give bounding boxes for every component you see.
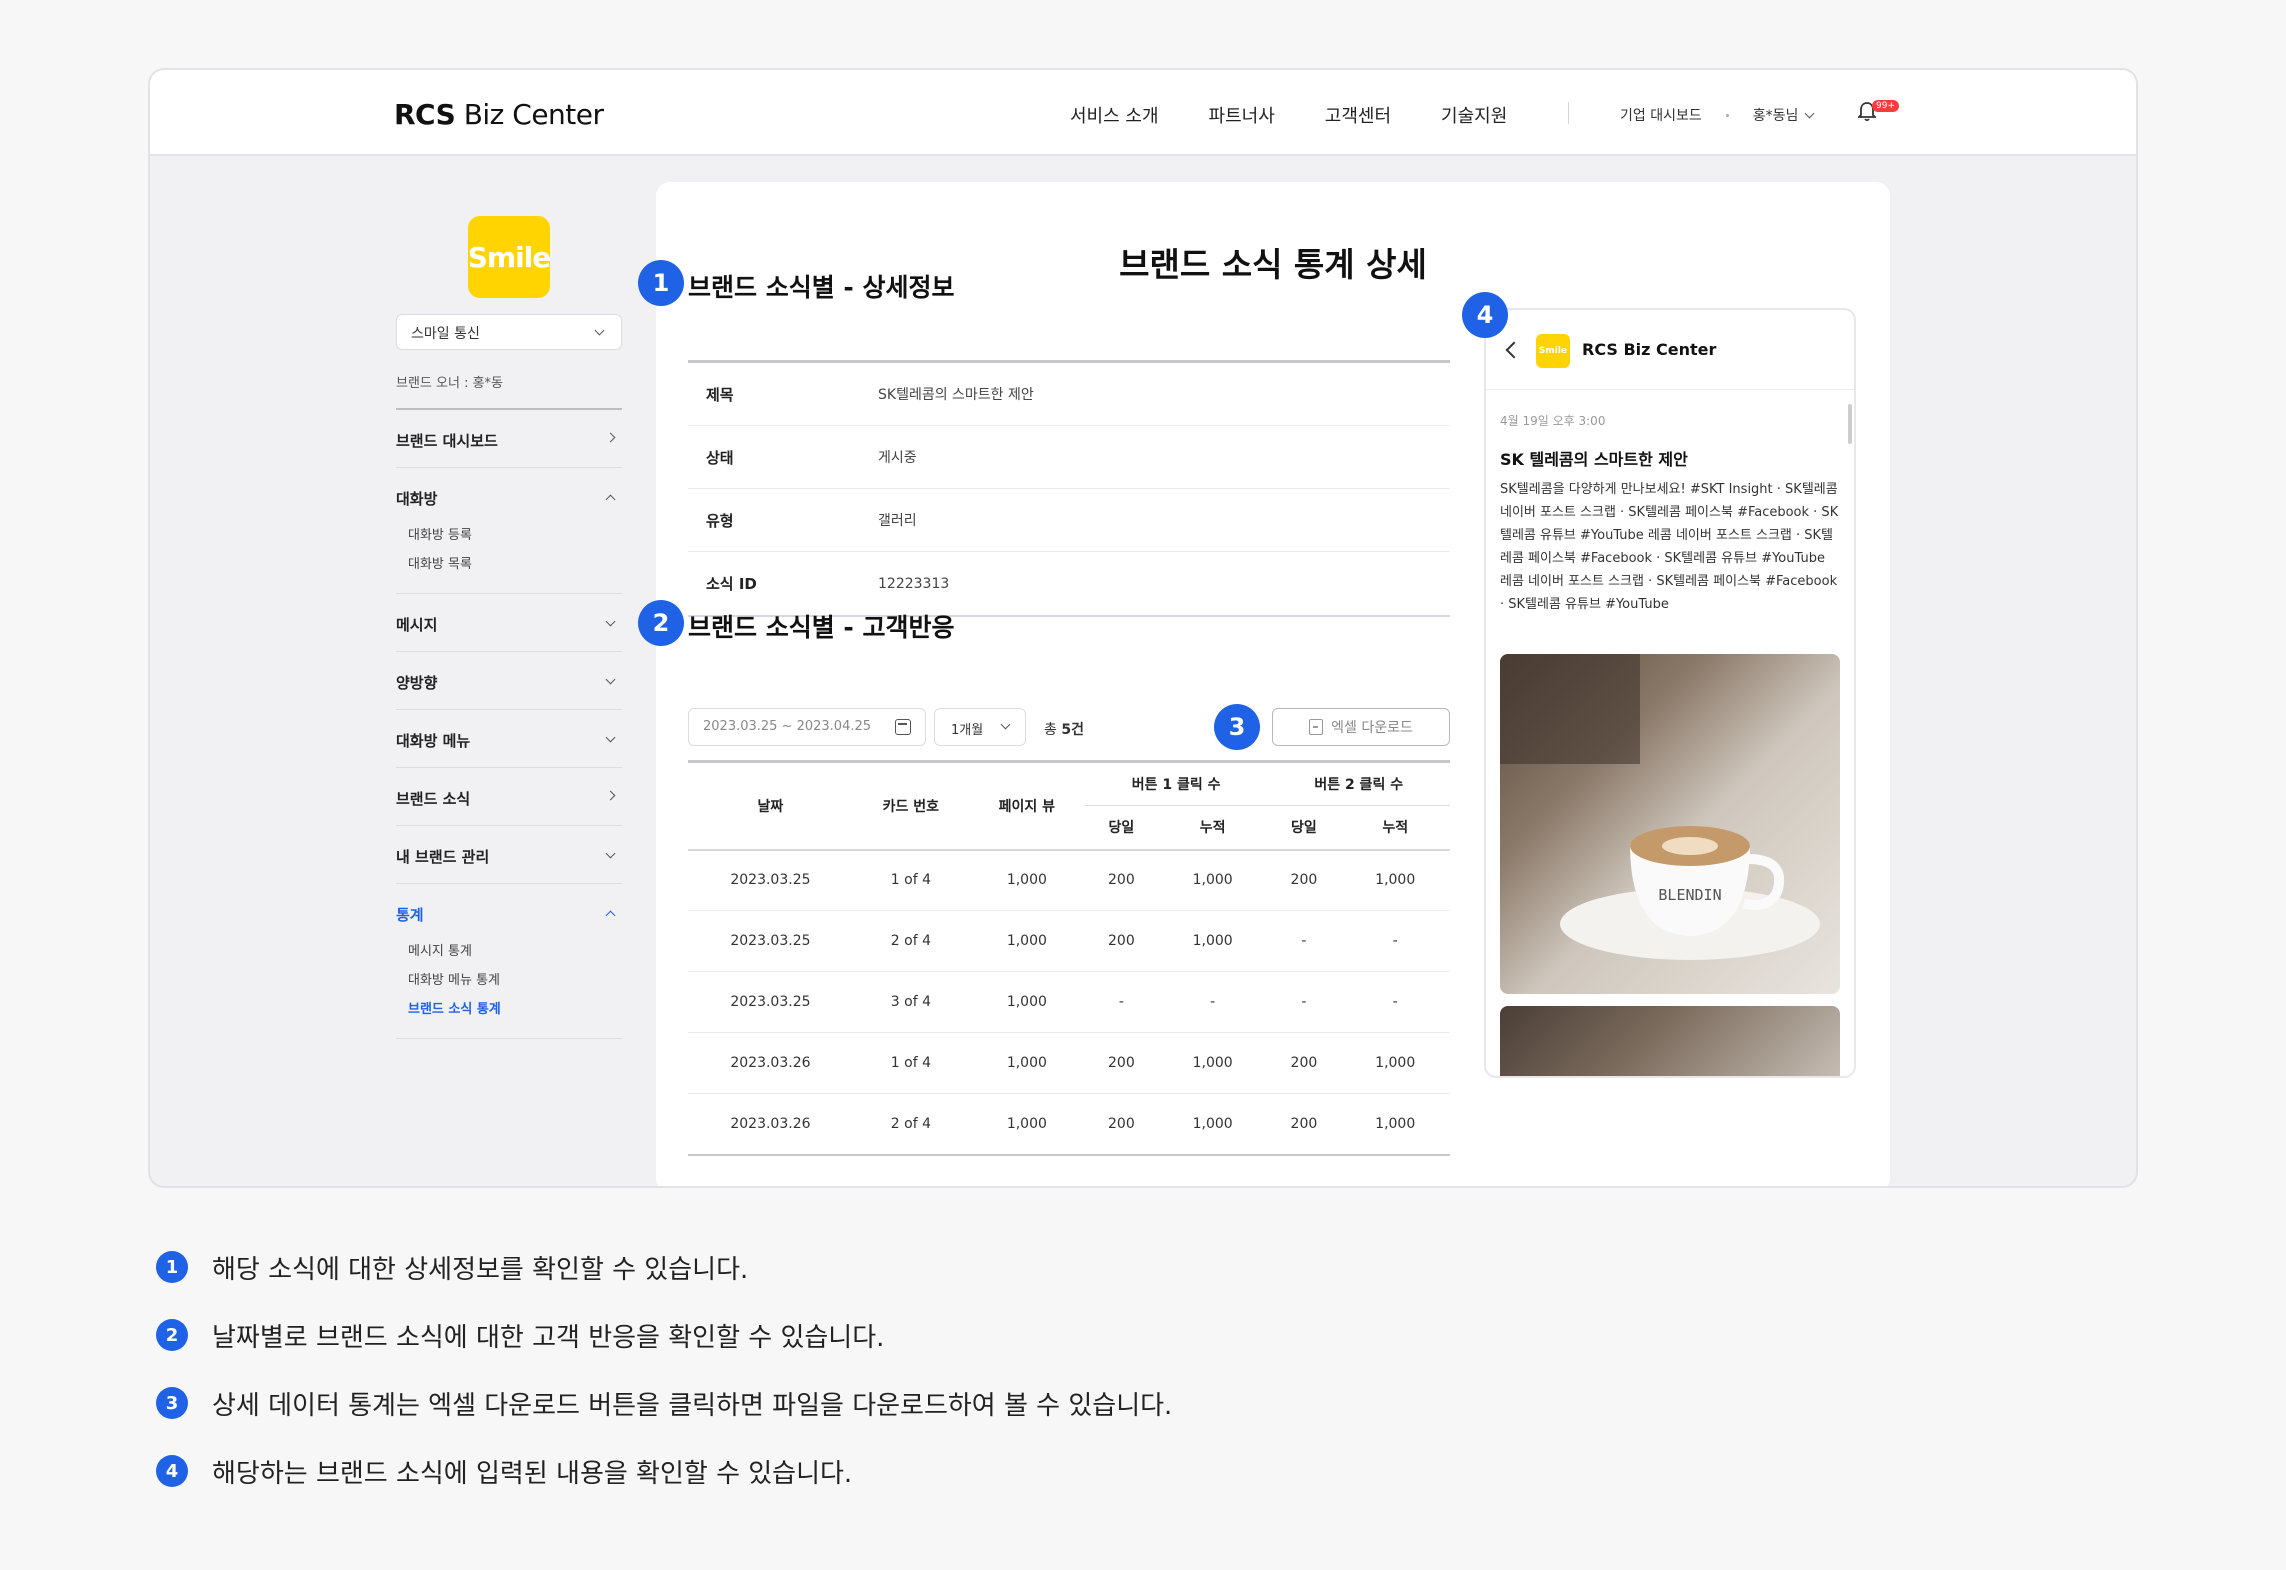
nav-partners[interactable]: 파트너사 [1209, 102, 1275, 128]
marker-4: 4 [1462, 292, 1508, 338]
back-arrow-icon[interactable] [1505, 341, 1523, 359]
file-icon [1309, 719, 1324, 735]
preview-headline: SK 텔레콤의 스마트한 제안 [1500, 450, 1688, 469]
section-reaction-title: 브랜드 소식별 - 고객반응 [688, 613, 955, 642]
nav-divider [1568, 102, 1569, 124]
utility-menu: 기업 대시보드 홍*동님 [1620, 105, 1815, 125]
notification-button[interactable]: 99+ [1856, 100, 1899, 126]
section-detail-title: 브랜드 소식별 - 상세정보 [688, 273, 955, 302]
col-btn2-today: 당일 [1291, 820, 1317, 837]
info-row-status: 상태 게시중 [688, 426, 1450, 489]
brand-logo: Smile [468, 216, 551, 298]
preview-header: Smile RCS Biz Center [1486, 310, 1854, 390]
sidebar-item-chatroom-menu[interactable]: 대화방 메뉴 [396, 710, 622, 768]
preview-image-coffee: BLENDIN [1500, 654, 1840, 994]
col-btn1-cumulative: 누적 [1199, 820, 1226, 837]
chevron-down-icon [605, 674, 616, 685]
sidebar-menu: 브랜드 대시보드 대화방 대화방 등록 대화방 목록 메시지 양방향 대화방 메… [396, 408, 622, 1039]
nav-tech-support[interactable]: 기술지원 [1441, 102, 1507, 128]
sidebar-sub-chatroom-list[interactable]: 대화방 목록 [396, 548, 622, 577]
detail-info-table: 제목 SK텔레콤의 스마트한 제안 상태 게시중 유형 갤러리 소식 ID 122233… [688, 360, 1450, 617]
legend-notes: 1 해당 소식에 대한 상세정보를 확인할 수 있습니다. 2 날짜별로 브랜드 소… [156, 1251, 1172, 1524]
notification-badge: 99+ [1872, 100, 1899, 112]
reaction-filters: 2023.03.25 ~ 2023.04.25 1개월 총 5건 3 엑셀 다운… [688, 704, 1450, 750]
preview-body: SK텔레콤을 다양하게 만나보세요! #SKT Insight · SK텔레콤 … [1500, 482, 1839, 612]
marker-1: 1 [638, 260, 684, 306]
col-button2-clicks: 버튼 2 클릭 수 [1267, 760, 1450, 806]
chevron-up-icon [605, 910, 616, 921]
period-select[interactable]: 1개월 [934, 708, 1026, 746]
col-card: 카드 번호 [852, 760, 969, 850]
table-row: 2023.03.26 2 of 4 1,000 200 1,000 200 1,000 [688, 1093, 1450, 1156]
nav-service-intro[interactable]: 서비스 소개 [1070, 102, 1159, 128]
chevron-down-icon [1804, 108, 1815, 119]
chevron-right-icon [605, 432, 616, 443]
chevron-down-icon [605, 848, 616, 859]
table-row: 2023.03.25 2 of 4 1,000 200 1,000- - [688, 910, 1450, 972]
preview-timestamp: 4월 19일 오후 3:00 [1500, 414, 1606, 428]
separator-dot [1725, 113, 1729, 117]
chevron-down-icon [605, 732, 616, 743]
svg-text:BLENDIN: BLENDIN [1658, 886, 1721, 904]
chevron-up-icon [605, 494, 616, 505]
note-2: 2 날짜별로 브랜드 소식에 대한 고객 반응을 확인할 수 있습니다. [156, 1319, 1172, 1353]
user-menu[interactable]: 홍*동님 [1753, 105, 1815, 125]
marker-2: 2 [638, 600, 684, 646]
site-logo[interactable]: RCS Biz Center [394, 98, 604, 131]
col-button1-clicks: 버튼 1 클릭 수 [1084, 760, 1268, 806]
info-row-title: 제목 SK텔레콤의 스마트한 제안 [688, 363, 1450, 426]
note-3: 3 상세 데이터 통계는 엑셀 다운로드 버튼을 클릭하면 파일을 다운로드하여 … [156, 1387, 1172, 1421]
sidebar-item-brand-news[interactable]: 브랜드 소식 [396, 768, 622, 826]
table-row: 2023.03.26 1 of 4 1,000 200 1,000 200 1,000 [688, 1032, 1450, 1094]
sidebar-item-two-way[interactable]: 양방향 [396, 652, 622, 710]
calendar-icon [895, 719, 911, 735]
chevron-right-icon [605, 790, 616, 801]
preview-brand-logo: Smile [1536, 334, 1570, 368]
brand-owner: 브랜드 오너 : 홍*동 [396, 376, 503, 391]
date-range-picker[interactable]: 2023.03.25 ~ 2023.04.25 [688, 708, 926, 746]
col-btn2-cumulative: 누적 [1382, 820, 1409, 837]
top-navigation: RCS Biz Center 서비스 소개 파트너사 고객센터 기술지원 기업 … [150, 70, 2136, 156]
marker-3: 3 [1214, 704, 1260, 750]
table-row: 2023.03.25 1 of 4 1,000 200 1,000 200 1,000 [688, 849, 1450, 911]
sidebar-item-brand-dashboard[interactable]: 브랜드 대시보드 [396, 410, 622, 468]
col-pageview: 페이지 뷰 [968, 760, 1085, 850]
col-date: 날짜 [688, 760, 853, 850]
chevron-down-icon [605, 616, 616, 627]
preview-title: RCS Biz Center [1582, 340, 1717, 359]
sidebar-sub-chatroom-register[interactable]: 대화방 등록 [396, 519, 622, 548]
preview-image-second [1500, 1006, 1840, 1076]
excel-download-button[interactable]: 엑셀 다운로드 [1272, 708, 1450, 746]
dashboard-link[interactable]: 기업 대시보드 [1620, 105, 1702, 125]
col-btn1-today: 당일 [1108, 820, 1135, 837]
info-row-news-id: 소식 ID 12223313 [706, 575, 950, 593]
sidebar-item-stats[interactable]: 통계 메시지 통계 대화방 메뉴 통계 브랜드 소식 통계 [396, 884, 622, 1039]
sidebar-item-chatroom[interactable]: 대화방 대화방 등록 대화방 목록 [396, 468, 622, 594]
chevron-down-icon [1000, 719, 1011, 730]
content-panel: 브랜드 소식 통계 상세 1 브랜드 소식별 - 상세정보 제목 SK텔레콤의 스… [638, 182, 1890, 1186]
reaction-table: 날짜 카드 번호 페이지 뷰 버튼 1 클릭 수 버튼 2 클릭 수 당일 누적… [688, 760, 1450, 1156]
sidebar-item-my-brand[interactable]: 내 브랜드 관리 [396, 826, 622, 884]
total-count: 총 5건 [1044, 722, 1084, 738]
news-preview-phone: Smile RCS Biz Center 4월 19일 오후 3:00 SK 텔… [1484, 308, 1856, 1078]
nav-customer-center[interactable]: 고객센터 [1325, 102, 1391, 128]
sidebar-sub-chat-menu-stats[interactable]: 대화방 메뉴 통계 [396, 964, 622, 993]
info-row-type: 유형 갤러리 [688, 489, 1450, 552]
table-row: 2023.03.25 3 of 4 1,000- - - - [688, 971, 1450, 1033]
app-window: RCS Biz Center 서비스 소개 파트너사 고객센터 기술지원 기업 … [148, 68, 2138, 1188]
chevron-down-icon [594, 325, 605, 336]
coffee-cup-illustration: BLENDIN [1500, 654, 1820, 960]
note-1: 1 해당 소식에 대한 상세정보를 확인할 수 있습니다. [156, 1251, 1172, 1285]
sidebar-item-message[interactable]: 메시지 [396, 594, 622, 652]
brand-select[interactable]: 스마일 통신 [396, 314, 622, 350]
sidebar-sub-message-stats[interactable]: 메시지 통계 [396, 935, 622, 964]
preview-scrollbar[interactable] [1848, 404, 1852, 444]
sidebar-sub-brand-news-stats[interactable]: 브랜드 소식 통계 [396, 993, 622, 1022]
note-4: 4 해당하는 브랜드 소식에 입력된 내용을 확인할 수 있습니다. [156, 1455, 1172, 1489]
main-nav: 서비스 소개 파트너사 고객센터 기술지원 [1070, 102, 1507, 128]
